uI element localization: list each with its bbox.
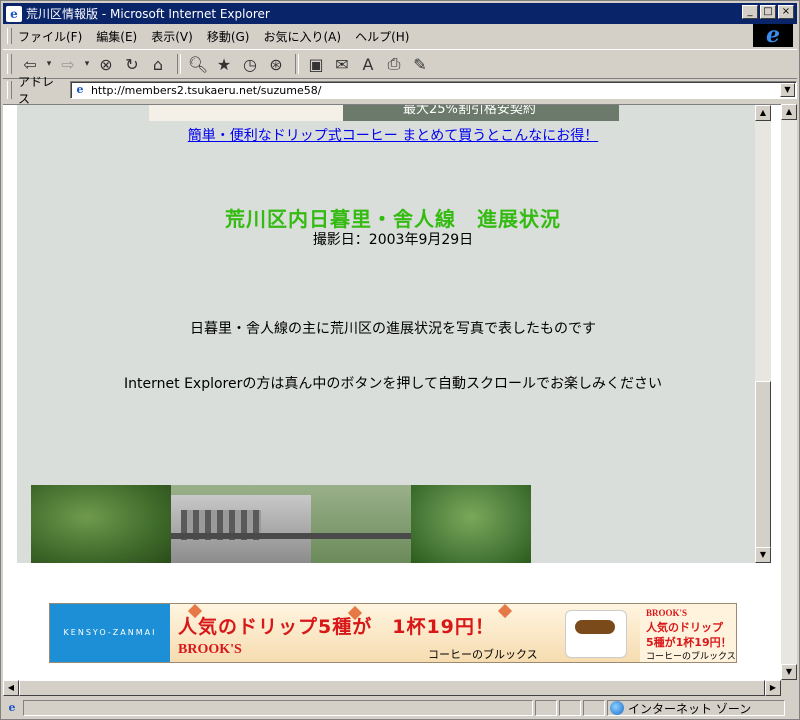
page-vertical-scrollbar[interactable]: ▲ ▼ [781, 104, 797, 680]
title-bar: e 荒川区情報版 - Microsoft Internet Explorer _… [3, 3, 797, 24]
back-dropdown-icon[interactable]: ▾ [44, 53, 54, 75]
font-icon[interactable]: A [356, 53, 380, 75]
menu-edit[interactable]: 編集(E) [96, 28, 137, 45]
search-icon[interactable]: 🔍︎ [186, 53, 210, 75]
ad-brand: KENSYO-ZANMAI [50, 604, 170, 662]
zone-label: インターネット ゾーン [628, 701, 752, 716]
address-dropdown-button[interactable]: ▼ [780, 83, 795, 97]
photo-date: 撮影日：2003年9月29日 [312, 232, 474, 248]
ad-side-line1: 人気のドリップ [646, 621, 723, 634]
addressbar-grip[interactable] [7, 81, 12, 99]
ad-subtitle: コーヒーのブルックス [428, 648, 538, 661]
horizontal-scroll-thumb[interactable] [19, 680, 765, 696]
ad-side-logo: BROOK'S [646, 608, 688, 618]
scroll-left-button[interactable]: ◀ [3, 680, 19, 696]
forward-icon[interactable]: ⇨ [56, 53, 80, 75]
back-icon[interactable]: ⇦ [18, 53, 42, 75]
menu-favorites[interactable]: お気に入り(A) [263, 28, 341, 45]
home-icon[interactable]: ⌂ [146, 53, 170, 75]
status-lock-cell [559, 700, 581, 716]
scroll-right-button[interactable]: ▶ [765, 680, 781, 696]
globe-icon [610, 701, 624, 715]
close-button[interactable]: × [778, 5, 794, 19]
coffee-ad-banner[interactable]: KENSYO-ZANMAI 人気のドリップ5種が 1杯19円！ BROOK'S … [49, 603, 737, 663]
menu-go[interactable]: 移動(G) [207, 28, 250, 45]
address-bar: アドレス e ▼ [3, 75, 797, 106]
coffee-cup-icon [565, 610, 627, 658]
ad-logo: BROOK'S [178, 642, 242, 657]
frame-scrollbar[interactable]: ▲ ▼ [755, 105, 771, 563]
ad-headline: 人気のドリップ5種が 1杯19円！ [178, 616, 495, 638]
page-description: 日暮里・舎人線の主に荒川区の進展状況を写真で表したものです [190, 321, 596, 337]
ie-logo-icon: e [753, 24, 793, 47]
print-icon[interactable]: ⎙ [382, 53, 406, 75]
photo-tree-right [411, 485, 531, 563]
ie-page-icon: e [6, 5, 22, 22]
menu-view[interactable]: 表示(V) [151, 28, 193, 45]
edit-icon[interactable]: ✎ [408, 53, 432, 75]
coffee-fill-icon [575, 620, 615, 634]
history-icon[interactable]: ◷ [238, 53, 262, 75]
page-viewport: 最大25%割引格安契約 簡単・便利なドリップ式コーヒー まとめて買うとこんなにお… [3, 104, 781, 681]
ad-side-line2: 5種が1杯19円！ [646, 636, 732, 649]
status-page-icon: e [8, 701, 16, 714]
window-title: 荒川区情報版 - Microsoft Internet Explorer [26, 7, 270, 21]
status-text-cell [23, 700, 533, 716]
minimize-button[interactable]: _ [742, 5, 758, 19]
menu-help[interactable]: ヘルプ(H) [355, 28, 409, 45]
construction-photo [31, 485, 531, 563]
scroll-instruction: Internet Explorerの方は真ん中のボタンを押して自動スクロールでお… [124, 376, 662, 392]
toolbar-separator [295, 54, 299, 74]
frame-scroll-thumb[interactable] [755, 381, 771, 551]
standard-toolbar: ⇦ ▾ ⇨ ▾ ⊗ ↻ ⌂ 🔍︎ ★ ◷ ⊛ ▣ ✉ A ⎙ ✎ [3, 49, 797, 79]
ad-side-line3: コーヒーのブルックス [646, 652, 736, 662]
frame-scroll-up-button[interactable]: ▲ [755, 105, 771, 121]
photo-guideway [171, 533, 421, 539]
status-bar: e インターネット ゾーン [3, 698, 797, 718]
toolbar-separator [177, 54, 181, 74]
browser-window: e 荒川区情報版 - Microsoft Internet Explorer _… [0, 0, 800, 720]
scrollbar-corner [781, 680, 797, 696]
favorites-icon[interactable]: ★ [212, 53, 236, 75]
forward-dropdown-icon[interactable]: ▾ [82, 53, 92, 75]
address-label: アドレス [18, 75, 55, 106]
mail-icon[interactable]: ✉ [330, 53, 354, 75]
url-input[interactable] [90, 83, 771, 97]
status-zone-cell: インターネット ゾーン [607, 700, 785, 716]
fullscreen-icon[interactable]: ▣ [304, 53, 328, 75]
stop-icon[interactable]: ⊗ [94, 53, 118, 75]
top-ad-banner[interactable]: 最大25%割引格安契約 [149, 105, 619, 121]
toolbar-grip[interactable] [7, 54, 12, 74]
coffee-promo-link[interactable]: 簡単・便利なドリップ式コーヒー まとめて買うとこんなにお得！ [17, 125, 769, 145]
top-ad-left [149, 105, 343, 121]
scroll-up-button[interactable]: ▲ [781, 104, 797, 120]
maximize-button[interactable]: □ [760, 5, 776, 19]
page-icon: e [76, 83, 84, 96]
status-offline-cell [583, 700, 605, 716]
ad-side-panel: BROOK'S 人気のドリップ 5種が1杯19円！ コーヒーのブルックス [640, 604, 736, 662]
content-frame: 最大25%割引格安契約 簡単・便利なドリップ式コーヒー まとめて買うとこんなにお… [17, 105, 769, 563]
photo-tree-left [31, 485, 171, 563]
refresh-icon[interactable]: ↻ [120, 53, 144, 75]
status-progress-cell [535, 700, 557, 716]
channels-icon[interactable]: ⊛ [264, 53, 288, 75]
window-controls: _ □ × [742, 5, 794, 19]
frame-scroll-down-button[interactable]: ▼ [755, 547, 771, 563]
page-horizontal-scrollbar[interactable]: ◀ ▶ [3, 680, 781, 696]
page-heading: 荒川区内日暮里・舎人線 進展状況 [225, 207, 561, 231]
menubar-grip[interactable] [7, 28, 12, 44]
menu-file[interactable]: ファイル(F) [18, 28, 82, 45]
address-field[interactable]: e ▼ [69, 81, 797, 99]
scroll-down-button[interactable]: ▼ [781, 664, 797, 680]
top-ad-text: 最大25%割引格安契約 [343, 105, 619, 121]
menu-bar: ファイル(F) 編集(E) 表示(V) 移動(G) お気に入り(A) ヘルプ(H… [3, 26, 797, 46]
